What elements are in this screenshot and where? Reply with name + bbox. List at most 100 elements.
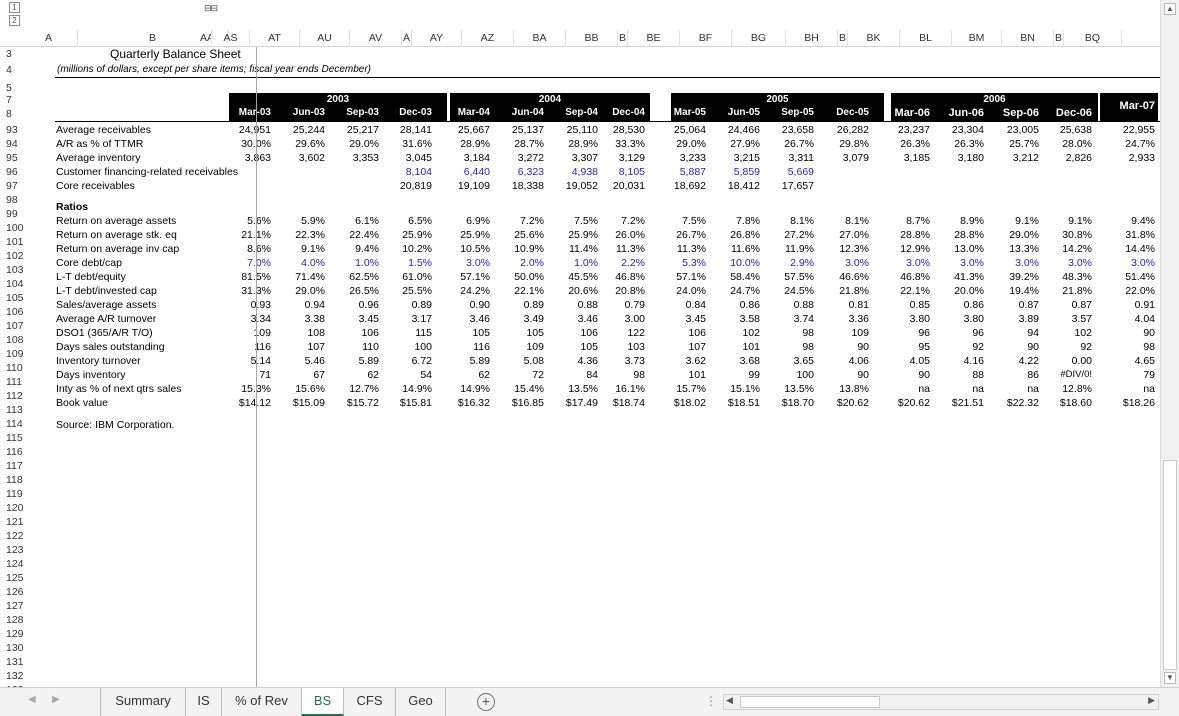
value-cell[interactable]: 3.58: [704, 312, 760, 326]
tab-summary[interactable]: Summary: [100, 688, 186, 716]
value-cell[interactable]: 16.1%: [589, 382, 645, 396]
value-cell[interactable]: [983, 179, 1039, 193]
row-number[interactable]: 130: [6, 641, 54, 655]
value-cell[interactable]: 0.86: [704, 298, 760, 312]
row-number[interactable]: 108: [6, 333, 54, 347]
value-cell[interactable]: 41.3%: [928, 270, 984, 284]
value-cell[interactable]: 22.4%: [323, 228, 379, 242]
value-cell[interactable]: 62: [434, 368, 490, 382]
value-cell[interactable]: 25,217: [323, 123, 379, 137]
value-cell[interactable]: 10.2%: [376, 242, 432, 256]
row-number[interactable]: 131: [6, 655, 54, 669]
column-header-ay[interactable]: AY: [412, 30, 462, 47]
value-cell[interactable]: 28,530: [589, 123, 645, 137]
value-cell[interactable]: $15.72: [323, 396, 379, 410]
value-cell[interactable]: [874, 165, 930, 179]
value-cell[interactable]: 28.8%: [874, 228, 930, 242]
value-cell[interactable]: [323, 179, 379, 193]
value-cell[interactable]: 25.5%: [376, 284, 432, 298]
value-cell[interactable]: 4.04: [1099, 312, 1155, 326]
value-cell[interactable]: 109: [488, 340, 544, 354]
value-cell[interactable]: 6.72: [376, 354, 432, 368]
value-cell[interactable]: 12.3%: [813, 242, 869, 256]
value-cell[interactable]: 98: [589, 368, 645, 382]
row-number[interactable]: 122: [6, 529, 54, 543]
value-cell[interactable]: 14.9%: [376, 382, 432, 396]
value-cell[interactable]: 5.3%: [650, 256, 706, 270]
value-cell[interactable]: 24,951: [215, 123, 271, 137]
value-cell[interactable]: 71.4%: [269, 270, 325, 284]
column-header-bg[interactable]: BG: [732, 30, 786, 47]
value-cell[interactable]: [1036, 165, 1092, 179]
vertical-scroll-thumb[interactable]: [1163, 460, 1177, 670]
row-number[interactable]: 97: [6, 179, 54, 193]
value-cell[interactable]: 108: [269, 326, 325, 340]
value-cell[interactable]: 30.0%: [215, 137, 271, 151]
value-cell[interactable]: 90: [813, 340, 869, 354]
value-cell[interactable]: 101: [650, 368, 706, 382]
value-cell[interactable]: [215, 165, 271, 179]
value-cell[interactable]: [874, 179, 930, 193]
row-number[interactable]: 105: [6, 291, 54, 305]
value-cell[interactable]: 5,887: [650, 165, 706, 179]
value-cell[interactable]: 5.89: [434, 354, 490, 368]
value-cell[interactable]: 24.5%: [758, 284, 814, 298]
value-cell[interactable]: 94: [983, 326, 1039, 340]
value-cell[interactable]: $18.70: [758, 396, 814, 410]
value-cell[interactable]: 90: [874, 368, 930, 382]
value-cell[interactable]: 72: [488, 368, 544, 382]
value-cell[interactable]: $18.51: [704, 396, 760, 410]
value-cell[interactable]: 15.6%: [269, 382, 325, 396]
value-cell[interactable]: 107: [269, 340, 325, 354]
value-cell[interactable]: 7.0%: [215, 256, 271, 270]
value-cell[interactable]: 71: [215, 368, 271, 382]
value-cell[interactable]: 9.4%: [1099, 214, 1155, 228]
value-cell[interactable]: 3.38: [269, 312, 325, 326]
value-cell[interactable]: 3.46: [434, 312, 490, 326]
value-cell[interactable]: 3.0%: [928, 256, 984, 270]
tab-scroll-right-icon[interactable]: ▶: [52, 694, 60, 705]
value-cell[interactable]: 10.9%: [488, 242, 544, 256]
value-cell[interactable]: 21.1%: [215, 228, 271, 242]
value-cell[interactable]: 98: [1099, 340, 1155, 354]
value-cell[interactable]: 13.5%: [758, 382, 814, 396]
value-cell[interactable]: 100: [758, 368, 814, 382]
value-cell[interactable]: 26.7%: [650, 228, 706, 242]
value-cell[interactable]: 11.9%: [758, 242, 814, 256]
value-cell[interactable]: 25.9%: [376, 228, 432, 242]
value-cell[interactable]: 3,045: [376, 151, 432, 165]
value-cell[interactable]: 96: [928, 326, 984, 340]
row-number[interactable]: 126: [6, 585, 54, 599]
value-cell[interactable]: 3.0%: [983, 256, 1039, 270]
value-cell[interactable]: na: [928, 382, 984, 396]
value-cell[interactable]: 5.6%: [215, 214, 271, 228]
value-cell[interactable]: $20.62: [813, 396, 869, 410]
value-cell[interactable]: 25,667: [434, 123, 490, 137]
value-cell[interactable]: 24.7%: [1099, 137, 1155, 151]
row-number[interactable]: 8: [6, 107, 54, 121]
value-cell[interactable]: na: [1099, 382, 1155, 396]
value-cell[interactable]: 0.00: [1036, 354, 1092, 368]
value-cell[interactable]: 25,244: [269, 123, 325, 137]
value-cell[interactable]: 105: [434, 326, 490, 340]
value-cell[interactable]: 4.0%: [269, 256, 325, 270]
value-cell[interactable]: 20.0%: [928, 284, 984, 298]
row-level-2-button[interactable]: 2: [9, 15, 20, 26]
value-cell[interactable]: 2.0%: [488, 256, 544, 270]
value-cell[interactable]: $16.85: [488, 396, 544, 410]
value-cell[interactable]: [323, 165, 379, 179]
value-cell[interactable]: [1099, 165, 1155, 179]
value-cell[interactable]: 109: [813, 326, 869, 340]
value-cell[interactable]: 5.9%: [269, 214, 325, 228]
value-cell[interactable]: 27.9%: [704, 137, 760, 151]
value-cell[interactable]: 29.0%: [983, 228, 1039, 242]
column-header-bn[interactable]: BN: [1002, 30, 1054, 47]
row-number[interactable]: 106: [6, 305, 54, 319]
value-cell[interactable]: 5,859: [704, 165, 760, 179]
value-cell[interactable]: 3,079: [813, 151, 869, 165]
value-cell[interactable]: 23,005: [983, 123, 1039, 137]
value-cell[interactable]: 9.1%: [983, 214, 1039, 228]
value-cell[interactable]: 46.8%: [589, 270, 645, 284]
value-cell[interactable]: 13.3%: [983, 242, 1039, 256]
value-cell[interactable]: $15.09: [269, 396, 325, 410]
